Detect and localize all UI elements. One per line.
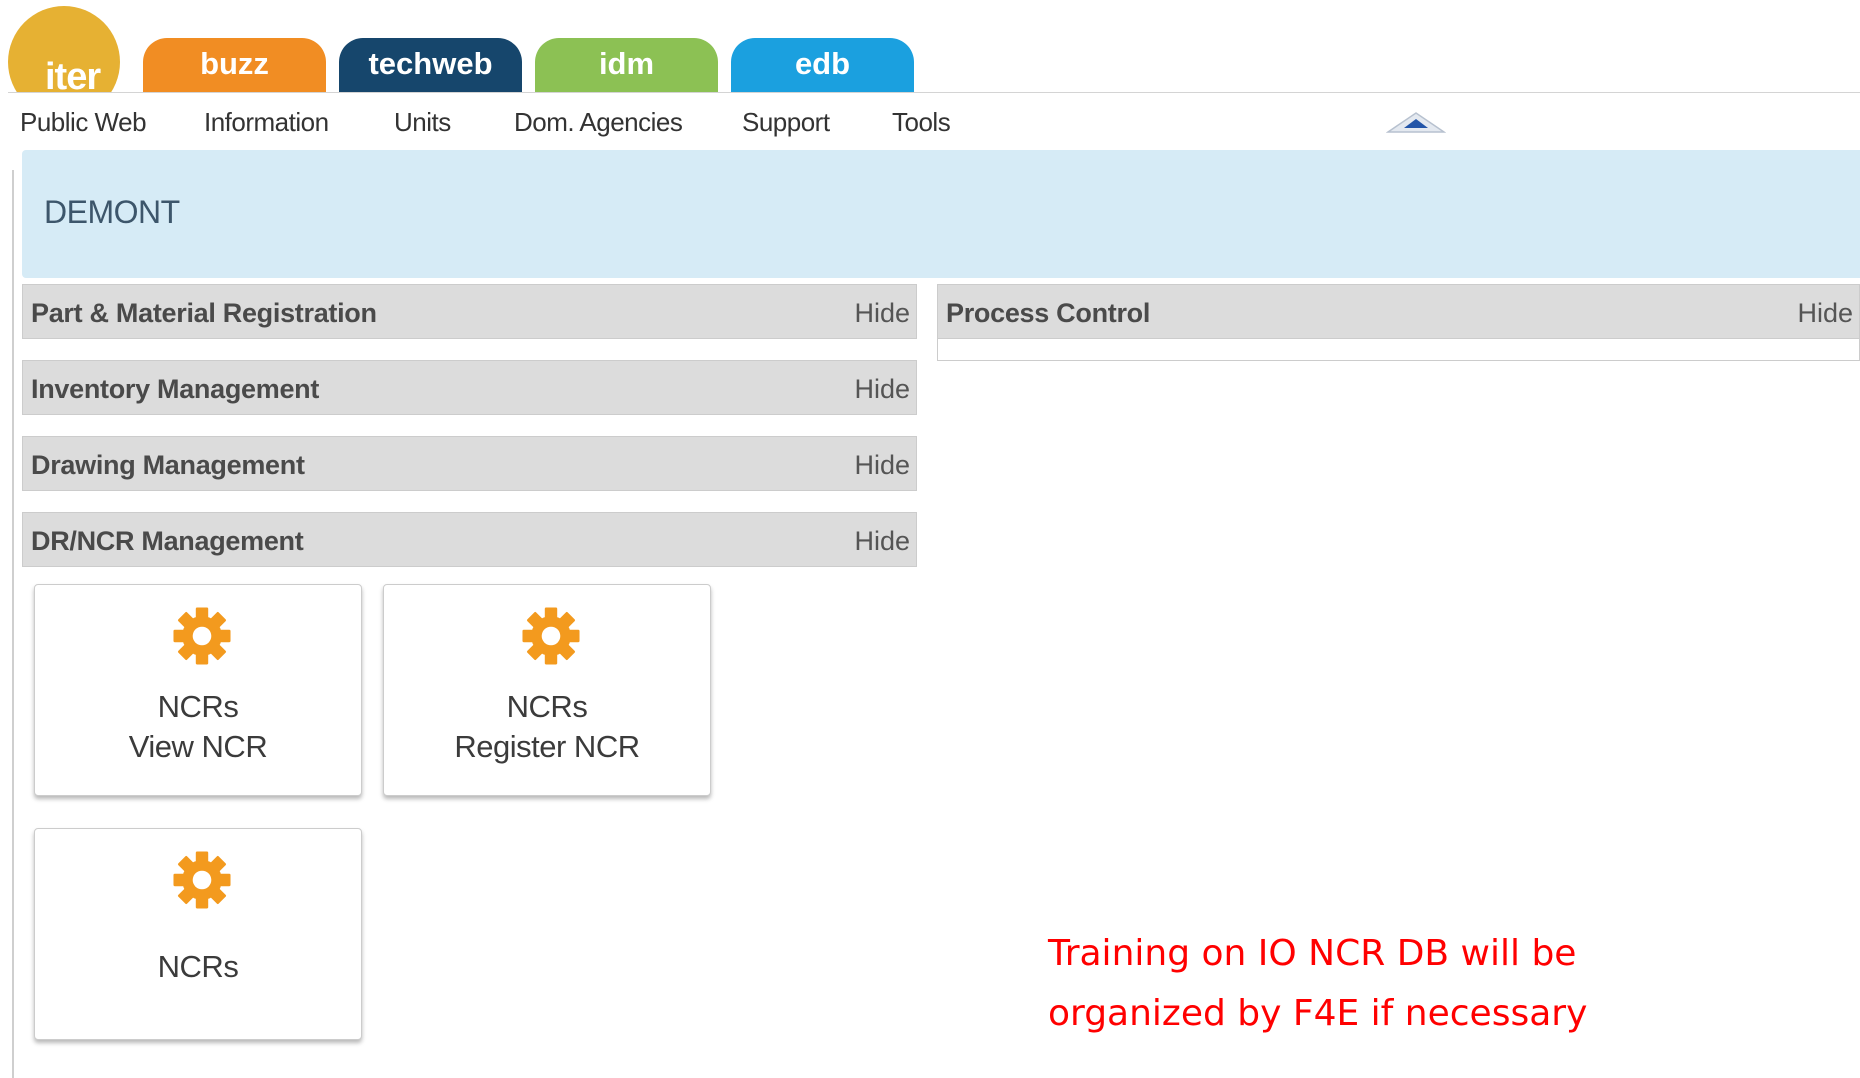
nav-item-information[interactable]: Information — [204, 107, 329, 138]
section-process-control: Process Control Hide — [937, 284, 1860, 339]
training-note: Training on IO NCR DB will be organized … — [1048, 924, 1748, 1044]
hide-button[interactable]: Hide — [854, 450, 910, 481]
process-control-body — [937, 339, 1860, 361]
tile-register-ncr[interactable]: NCRs Register NCR — [383, 584, 711, 796]
page-banner: DEMONT — [22, 150, 1860, 278]
gear-icon — [173, 851, 231, 909]
hide-button[interactable]: Hide — [1797, 298, 1853, 329]
gear-icon — [173, 607, 231, 665]
section-title: Process Control — [946, 298, 1151, 328]
tab-techweb[interactable]: techweb — [339, 38, 522, 92]
hide-button[interactable]: Hide — [854, 526, 910, 557]
section-title: Drawing Management — [31, 450, 305, 480]
triangle-up-icon[interactable] — [1386, 111, 1446, 133]
section-title: Part & Material Registration — [31, 298, 377, 328]
nav-item-support[interactable]: Support — [742, 107, 830, 138]
tab-buzz[interactable]: buzz — [143, 38, 326, 92]
section-drawing-management: Drawing Management Hide — [22, 436, 917, 491]
tile-line1: NCRs — [157, 949, 239, 984]
nav-item-dom-agencies[interactable]: Dom. Agencies — [514, 107, 683, 138]
section-part-material-registration: Part & Material Registration Hide — [22, 284, 917, 339]
tab-idm[interactable]: idm — [535, 38, 718, 92]
tile-line2: View NCR — [128, 729, 268, 764]
page-title: DEMONT — [44, 194, 180, 230]
gear-icon — [522, 607, 580, 665]
section-dr-ncr-management: DR/NCR Management Hide — [22, 512, 917, 567]
tile-line1: NCRs — [506, 689, 588, 724]
nav-item-public-web[interactable]: Public Web — [20, 107, 147, 138]
tile-line1: NCRs — [157, 689, 239, 724]
tile-line2: Register NCR — [454, 729, 640, 764]
note-line1: Training on IO NCR DB will be — [1048, 933, 1577, 974]
tab-edb[interactable]: edb — [731, 38, 914, 92]
nav-item-tools[interactable]: Tools — [892, 107, 951, 138]
hide-button[interactable]: Hide — [854, 374, 910, 405]
main-nav: Public Web Information Units Dom. Agenci… — [8, 92, 1860, 151]
hide-button[interactable]: Hide — [854, 298, 910, 329]
section-title: Inventory Management — [31, 374, 320, 404]
nav-item-units[interactable]: Units — [394, 107, 451, 138]
tile-ncrs[interactable]: NCRs — [34, 828, 362, 1040]
section-inventory-management: Inventory Management Hide — [22, 360, 917, 415]
section-title: DR/NCR Management — [31, 526, 304, 556]
top-tab-bar: iter buzz techweb idm edb — [0, 0, 1860, 118]
left-border — [12, 170, 14, 1078]
note-line2: organized by F4E if necessary — [1048, 993, 1588, 1034]
tile-view-ncr[interactable]: NCRs View NCR — [34, 584, 362, 796]
